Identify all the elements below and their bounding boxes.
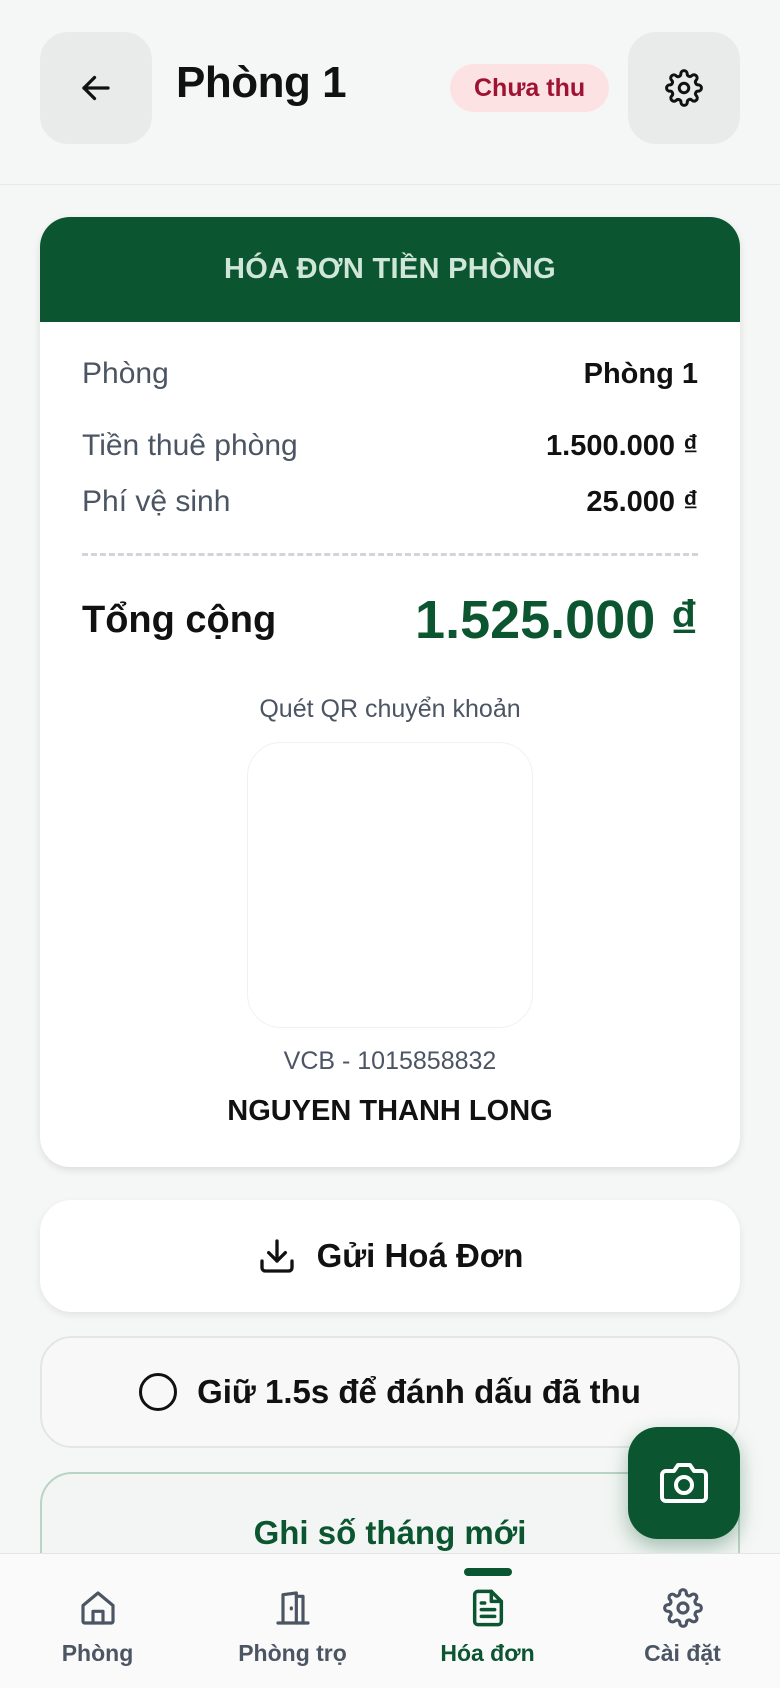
- nav-item-settings[interactable]: Cài đặt: [585, 1554, 780, 1688]
- back-button[interactable]: [40, 32, 152, 144]
- circle-icon: [139, 1373, 178, 1411]
- top-bar: Phòng 1 Chưa thu: [0, 0, 780, 185]
- camera-fab-button[interactable]: [628, 1427, 740, 1539]
- total-label: Tổng cộng: [82, 598, 277, 641]
- arrow-left-icon: [82, 75, 110, 101]
- settings-button[interactable]: [628, 32, 740, 144]
- send-invoice-label: Gửi Hoá Đơn: [316, 1237, 524, 1274]
- home-icon: [80, 1591, 115, 1625]
- nav-label-rooms: Phòng: [61, 1640, 134, 1666]
- cleaning-fee-row: Phí vệ sinh 25.000 ₫: [82, 485, 698, 519]
- bank-account: VCB - 1015858832: [283, 1047, 497, 1075]
- rent-label: Tiền thuê phòng: [82, 429, 298, 462]
- nav-item-rooms[interactable]: Phòng: [0, 1554, 195, 1688]
- room-label: Phòng: [82, 357, 169, 390]
- cleaning-fee-label: Phí vệ sinh: [82, 485, 231, 518]
- rent-value: 1.500.000 ₫: [546, 429, 698, 462]
- invoice-heading: HÓA ĐƠN TIỀN PHÒNG: [40, 217, 740, 322]
- total-value: 1.525.000 ₫: [415, 590, 698, 650]
- invoice-card: HÓA ĐƠN TIỀN PHÒNG Phòng Phòng 1 Tiền th…: [40, 217, 740, 1167]
- door-icon: [275, 1591, 310, 1625]
- total-row: Tổng cộng 1.525.000 ₫: [82, 589, 698, 651]
- active-indicator: [463, 1568, 512, 1576]
- mark-paid-hold-button[interactable]: Giữ 1.5s để đánh dấu đã thu: [40, 1336, 740, 1448]
- send-invoice-button[interactable]: Gửi Hoá Đơn: [40, 1200, 740, 1312]
- new-month-label: Ghi số tháng mới: [253, 1514, 527, 1551]
- download-icon: [259, 1239, 294, 1273]
- page-title: Phòng 1: [176, 58, 347, 107]
- nav-label-boarding-rooms: Phòng trọ: [238, 1640, 347, 1666]
- bottom-navigation: Phòng Phòng trọ Hóa đơn Cài đặt: [0, 1553, 780, 1688]
- nav-item-boarding-rooms[interactable]: Phòng trọ: [195, 1554, 390, 1688]
- cleaning-fee-value: 25.000 ₫: [586, 485, 698, 518]
- document-icon: [472, 1589, 503, 1627]
- qr-caption: Quét QR chuyển khoản: [259, 695, 521, 723]
- rent-row: Tiền thuê phòng 1.500.000 ₫: [82, 429, 698, 463]
- room-value: Phòng 1: [583, 357, 698, 390]
- gear-icon: [662, 1588, 703, 1628]
- gear-icon: [665, 69, 703, 107]
- camera-icon: [660, 1463, 708, 1503]
- nav-label-invoices: Hóa đơn: [440, 1640, 535, 1666]
- account-owner: NGUYEN THANH LONG: [227, 1095, 553, 1127]
- nav-label-settings: Cài đặt: [644, 1640, 721, 1666]
- mark-paid-label: Giữ 1.5s để đánh dấu đã thu: [197, 1373, 641, 1410]
- nav-item-invoices[interactable]: Hóa đơn: [390, 1554, 585, 1688]
- room-row: Phòng Phòng 1: [82, 357, 698, 391]
- qr-code: [247, 742, 533, 1028]
- divider: [82, 553, 698, 556]
- status-badge: Chưa thu: [450, 64, 610, 112]
